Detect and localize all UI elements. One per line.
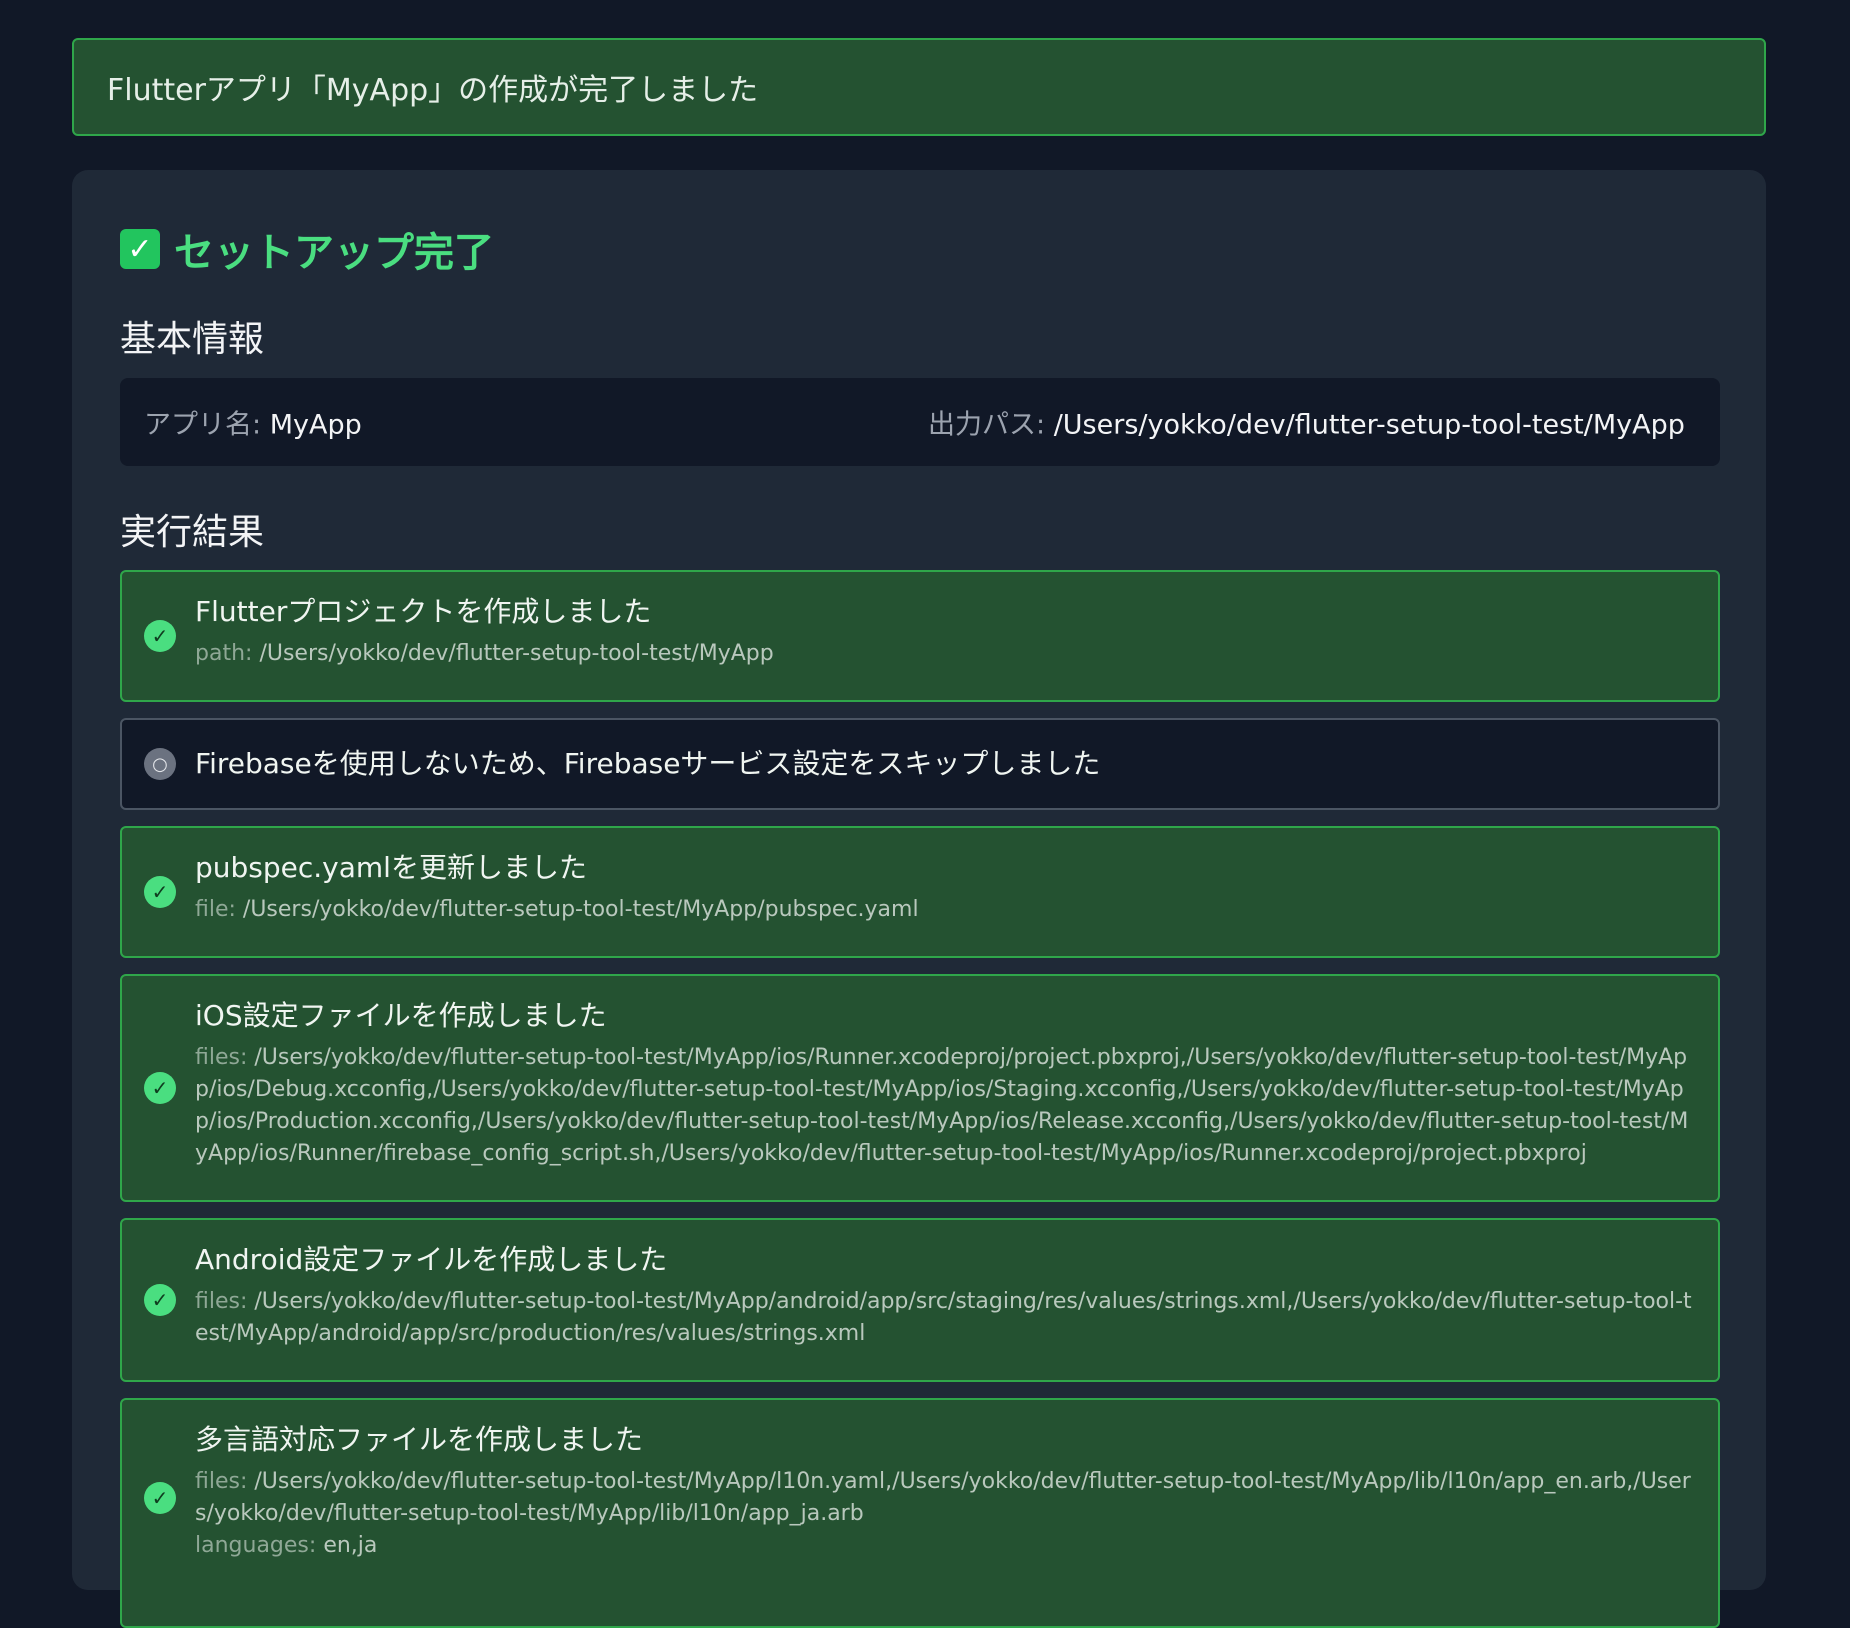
result-detail: file: /Users/yokko/dev/flutter-setup-too… bbox=[195, 894, 1694, 926]
result-title: Firebaseを使用しないため、Firebaseサービス設定をスキップしました bbox=[195, 747, 1101, 780]
app-name-label: アプリ名: bbox=[144, 409, 262, 441]
result-item-firebase-skipped: ○ Firebaseを使用しないため、Firebaseサービス設定をスキップしま… bbox=[120, 718, 1720, 810]
result-title: pubspec.yamlを更新しました bbox=[195, 851, 587, 884]
app-name-value: MyApp bbox=[269, 409, 362, 441]
success-banner: Flutterアプリ「MyApp」の作成が完了しました bbox=[72, 38, 1766, 136]
detail-key: files: bbox=[195, 1469, 248, 1494]
result-item-pubspec: ✓ pubspec.yamlを更新しました file: /Users/yokko… bbox=[120, 826, 1720, 958]
output-path-field: 出力パス: /Users/yokko/dev/flutter-setup-too… bbox=[928, 403, 1685, 442]
result-item-ios-config: ✓ iOS設定ファイルを作成しました files: /Users/yokko/d… bbox=[120, 974, 1720, 1202]
check-circle-icon: ✓ bbox=[144, 876, 176, 908]
basic-info-heading: 基本情報 bbox=[120, 319, 265, 360]
card-title: ✓ セットアップ完了 bbox=[120, 220, 494, 278]
result-title: iOS設定ファイルを作成しました bbox=[195, 999, 607, 1032]
check-mark-button-icon: ✓ bbox=[120, 229, 160, 269]
detail-value: /Users/yokko/dev/flutter-setup-tool-test… bbox=[259, 641, 774, 666]
result-item-l10n: ✓ 多言語対応ファイルを作成しました files: /Users/yokko/d… bbox=[120, 1398, 1720, 1628]
result-title: Flutterプロジェクトを作成しました bbox=[195, 595, 652, 628]
detail-key: languages: bbox=[195, 1533, 317, 1558]
output-path-label: 出力パス: bbox=[928, 409, 1046, 441]
output-path-value: /Users/yokko/dev/flutter-setup-tool-test… bbox=[1053, 409, 1685, 441]
result-item-flutter-project: ✓ Flutterプロジェクトを作成しました path: /Users/yokk… bbox=[120, 570, 1720, 702]
result-detail: files: /Users/yokko/dev/flutter-setup-to… bbox=[195, 1042, 1694, 1170]
detail-key: file: bbox=[195, 897, 236, 922]
detail-key: path: bbox=[195, 641, 253, 666]
setup-result-card: ✓ セットアップ完了 基本情報 アプリ名: MyApp 出力パス: /Users… bbox=[72, 170, 1766, 1628]
results-heading: 実行結果 bbox=[120, 512, 265, 553]
result-detail: files: /Users/yokko/dev/flutter-setup-to… bbox=[195, 1466, 1694, 1530]
result-detail: files: /Users/yokko/dev/flutter-setup-to… bbox=[195, 1286, 1694, 1350]
card-title-text: セットアップ完了 bbox=[174, 230, 494, 276]
result-item-android-config: ✓ Android設定ファイルを作成しました files: /Users/yok… bbox=[120, 1218, 1720, 1382]
basic-info-box: アプリ名: MyApp 出力パス: /Users/yokko/dev/flutt… bbox=[120, 378, 1720, 466]
check-circle-icon: ✓ bbox=[144, 1482, 176, 1514]
detail-value: /Users/yokko/dev/flutter-setup-tool-test… bbox=[195, 1469, 1691, 1526]
detail-key: files: bbox=[195, 1045, 248, 1070]
detail-value: en,ja bbox=[323, 1533, 378, 1558]
check-circle-icon: ✓ bbox=[144, 620, 176, 652]
skip-circle-icon: ○ bbox=[144, 748, 176, 780]
app-name-field: アプリ名: MyApp bbox=[144, 403, 362, 442]
result-title: Android設定ファイルを作成しました bbox=[195, 1243, 668, 1276]
result-title: 多言語対応ファイルを作成しました bbox=[195, 1423, 644, 1456]
detail-key: files: bbox=[195, 1289, 248, 1314]
detail-value: /Users/yokko/dev/flutter-setup-tool-test… bbox=[195, 1289, 1692, 1346]
check-circle-icon: ✓ bbox=[144, 1072, 176, 1104]
detail-value: /Users/yokko/dev/flutter-setup-tool-test… bbox=[242, 897, 919, 922]
result-detail: path: /Users/yokko/dev/flutter-setup-too… bbox=[195, 638, 1694, 670]
result-detail-languages: languages: en,ja bbox=[195, 1530, 1694, 1562]
detail-value: /Users/yokko/dev/flutter-setup-tool-test… bbox=[195, 1045, 1689, 1166]
banner-message: Flutterアプリ「MyApp」の作成が完了しました bbox=[107, 73, 759, 108]
check-circle-icon: ✓ bbox=[144, 1284, 176, 1316]
